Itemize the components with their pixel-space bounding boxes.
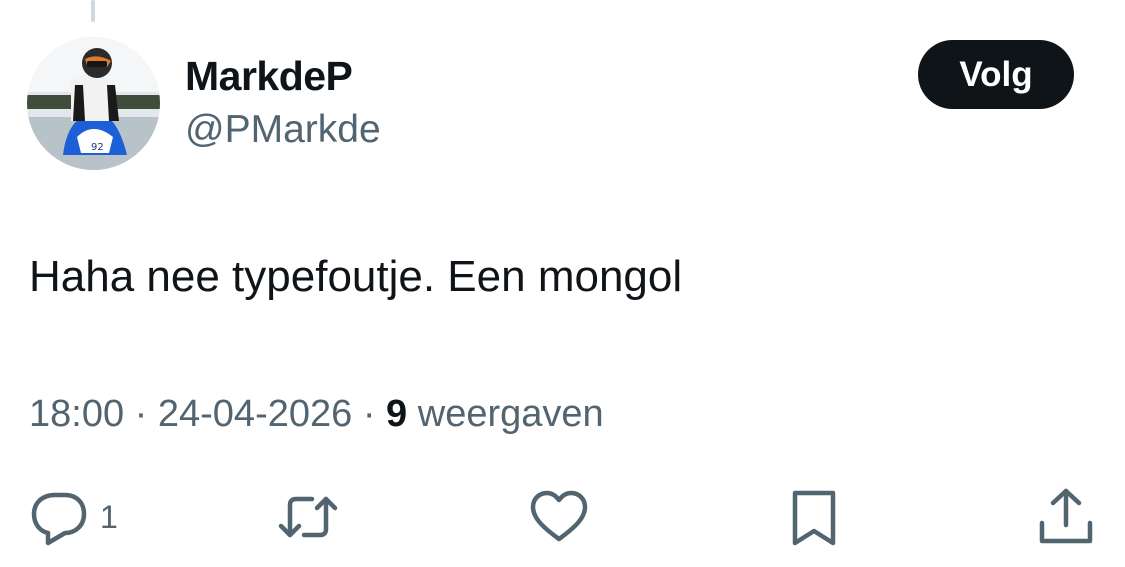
share-button[interactable]: [1034, 482, 1098, 552]
reply-count: 1: [100, 498, 118, 535]
heart-icon: [530, 490, 588, 542]
retweet-icon: [278, 496, 338, 538]
avatar[interactable]: 92: [27, 37, 160, 170]
follow-button[interactable]: Volg: [918, 40, 1074, 109]
share-icon: [1039, 488, 1093, 544]
author-handle[interactable]: @PMarkde: [185, 107, 381, 153]
tweet-action-bar: 1: [0, 482, 1125, 552]
author-display-name[interactable]: MarkdeP: [185, 52, 353, 100]
meta-separator: ·: [134, 393, 148, 435]
bookmark-button[interactable]: [782, 482, 846, 552]
avatar-image: 92: [27, 37, 160, 170]
tweet-time[interactable]: 18:00: [29, 393, 124, 435]
svg-text:92: 92: [91, 142, 104, 153]
thread-connector-line: [91, 0, 95, 22]
views-label: weergaven: [417, 393, 604, 435]
tweet-meta: 18:00 · 24-04-2026 · 9 weergaven: [29, 391, 604, 437]
retweet-button[interactable]: [276, 482, 340, 552]
reply-button[interactable]: 1: [28, 482, 118, 552]
reply-icon: [31, 492, 87, 546]
like-button[interactable]: [527, 482, 591, 552]
tweet-text: Haha nee typefoutje. Een mongol: [29, 249, 682, 305]
tweet-text-highlighted: mongol: [538, 249, 682, 305]
bookmark-icon: [792, 490, 836, 546]
tweet-text-main: Haha nee typefoutje. Een: [29, 252, 538, 301]
meta-separator: ·: [362, 393, 376, 435]
views-count: 9: [386, 393, 408, 435]
tweet-date[interactable]: 24-04-2026: [158, 393, 352, 435]
